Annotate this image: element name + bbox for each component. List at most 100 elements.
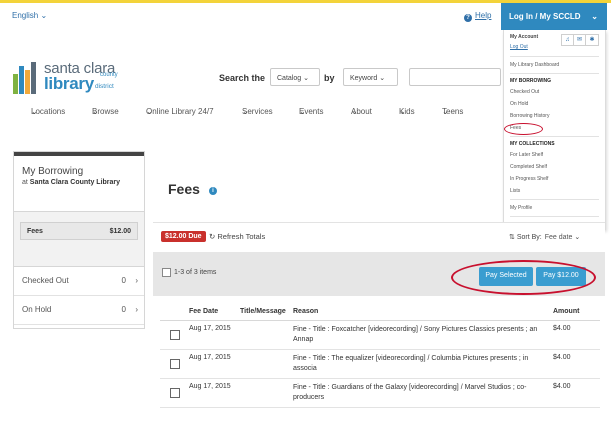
chevron-right-icon: › xyxy=(135,305,138,314)
logout-link[interactable]: Log Out xyxy=(510,44,528,50)
mail-icon[interactable]: ✉ xyxy=(574,35,586,45)
sidebar-item-checked-out[interactable]: Checked Out 0 › xyxy=(14,267,144,296)
menu-item-lists[interactable]: Lists xyxy=(510,185,599,197)
bell-icon[interactable]: ♫ xyxy=(562,35,574,45)
menu-item-in-progress[interactable]: In Progress Shelf xyxy=(510,173,599,185)
info-icon[interactable]: i xyxy=(208,187,217,195)
account-title: My Account xyxy=(510,34,539,40)
nav-item-teens[interactable]: Teens ⌄ xyxy=(442,107,463,116)
search-input[interactable] xyxy=(409,68,501,86)
menu-heading-borrowing: MY BORROWING xyxy=(510,78,552,84)
logo-bars-icon xyxy=(13,62,41,94)
chevron-down-icon: ⌄ xyxy=(40,11,48,20)
menu-item-profile[interactable]: My Profile xyxy=(510,202,599,214)
col-fee-date: Fee Date xyxy=(189,308,219,315)
account-icon-group: ♫ ✉ ✱ xyxy=(561,34,599,46)
sidebar-title: My Borrowing xyxy=(22,166,84,177)
col-reason: Reason xyxy=(293,308,319,315)
chevron-down-icon: ⌄ xyxy=(303,75,309,82)
due-badge: $12.00 Due xyxy=(161,231,206,242)
fee-amount: $4.00 xyxy=(553,354,571,361)
page-title: Fees i xyxy=(168,181,217,197)
login-label: Log In / My SCCLD xyxy=(509,12,581,21)
divider xyxy=(510,216,599,217)
on-hold-count: 0 xyxy=(121,305,126,314)
menu-heading-collections: MY COLLECTIONS xyxy=(510,141,555,147)
search-label: Search the xyxy=(219,73,266,83)
help-label: Help xyxy=(475,11,492,20)
table-header: Fee Date Title/Message Reason Amount xyxy=(160,305,600,321)
nav-item-events[interactable]: Events ⌄ xyxy=(299,107,323,116)
chevron-down-icon: ⌄ xyxy=(591,12,598,21)
divider xyxy=(510,199,599,200)
divider xyxy=(510,56,599,57)
checked-out-count: 0 xyxy=(121,276,126,285)
catalog-value: Catalog xyxy=(277,75,302,82)
fees-table: Fee Date Title/Message Reason Amount Aug… xyxy=(160,305,600,408)
login-button[interactable]: Log In / My SCCLD ⌄ xyxy=(501,3,607,30)
sort-value: Fee date xyxy=(544,234,573,241)
selection-band: 1-3 of 3 items Pay Selected Pay $12.00 xyxy=(153,252,605,296)
borrowing-sidebar: My Borrowing at Santa Clara County Libra… xyxy=(13,151,145,329)
sort-icon: ⇅ xyxy=(509,234,515,241)
divider xyxy=(510,73,599,74)
keyword-select[interactable]: Keyword ⌄ xyxy=(343,68,398,86)
sidebar-item-on-hold[interactable]: On Hold 0 › xyxy=(14,296,144,325)
question-icon: ? xyxy=(464,14,472,22)
by-label: by xyxy=(324,73,335,83)
menu-item-on-hold[interactable]: On Hold xyxy=(510,98,599,110)
col-title-message: Title/Message xyxy=(240,308,286,315)
nav-item-browse[interactable]: Browse ⌄ xyxy=(92,107,119,116)
logo-text-district: district xyxy=(95,83,114,90)
fee-reason: Fine - Title : Guardians of the Galaxy [… xyxy=(293,384,527,401)
highlight-oval xyxy=(451,260,596,295)
table-row: Aug 17, 2015 Fine - Title : Guardians of… xyxy=(160,379,600,408)
menu-item-fees[interactable]: Fees xyxy=(504,122,599,135)
table-row: Aug 17, 2015 Fine - Title : The equalize… xyxy=(160,350,600,379)
nav-item-services[interactable]: Services ⌄ xyxy=(242,107,273,116)
chevron-right-icon: › xyxy=(135,276,138,285)
nav-item-online-library[interactable]: Online Library 24/7 ⌄ xyxy=(146,107,214,116)
sort-by-select[interactable]: ⇅ Sort By: Fee date ⌄ xyxy=(509,233,580,241)
nav-item-locations[interactable]: Locations ⌄ xyxy=(31,107,65,116)
fee-date: Aug 17, 2015 xyxy=(189,383,231,390)
menu-item-completed[interactable]: Completed Shelf xyxy=(510,161,599,173)
page: English ⌄ ? Help Log In / My SCCLD ⌄ My A… xyxy=(0,0,611,431)
fee-amount: $4.00 xyxy=(553,325,571,332)
fee-reason: Fine - Title : The equalizer [videorecor… xyxy=(293,355,529,372)
fees-amount: $12.00 xyxy=(109,228,131,235)
menu-item-borrowing-history[interactable]: Borrowing History xyxy=(510,110,599,122)
logo-text-county: county xyxy=(100,72,118,78)
col-amount: Amount xyxy=(553,308,580,315)
row-checkbox[interactable] xyxy=(170,330,180,340)
fee-amount: $4.00 xyxy=(553,383,571,390)
table-row: Aug 17, 2015 Fine - Title : Foxcatcher [… xyxy=(160,321,600,350)
fee-reason: Fine - Title : Foxcatcher [videorecordin… xyxy=(293,326,538,343)
fees-toolbar: $12.00 Due ↻ Refresh Totals ⇅ Sort By: Fe… xyxy=(153,222,605,252)
fee-date: Aug 17, 2015 xyxy=(189,354,231,361)
nav-item-kids[interactable]: Kids ⌄ xyxy=(399,107,415,116)
refresh-totals-button[interactable]: ↻ Refresh Totals xyxy=(209,232,265,241)
logo-text-library: library xyxy=(44,74,94,93)
row-checkbox[interactable] xyxy=(170,359,180,369)
refresh-icon: ↻ xyxy=(209,232,216,241)
language-selector[interactable]: English ⌄ xyxy=(12,11,47,20)
row-checkbox[interactable] xyxy=(170,388,180,398)
menu-item-for-later[interactable]: For Later Shelf xyxy=(510,149,599,161)
keyword-value: Keyword xyxy=(350,75,378,82)
menu-item-checked-out[interactable]: Checked Out xyxy=(510,86,599,98)
catalog-select[interactable]: Catalog ⌄ xyxy=(270,68,320,86)
sidebar-item-fees[interactable]: Fees $12.00 xyxy=(20,222,138,240)
help-link[interactable]: ? Help xyxy=(464,11,491,22)
language-label: English xyxy=(12,11,39,20)
gear-icon[interactable]: ✱ xyxy=(586,35,598,45)
fees-label: Fees xyxy=(27,228,43,235)
item-count: 1-3 of 3 items xyxy=(174,269,217,276)
fee-date: Aug 17, 2015 xyxy=(189,325,231,332)
account-dropdown: My Account Log Out ♫ ✉ ✱ My Library Dash… xyxy=(503,30,606,230)
chevron-down-icon: ⌄ xyxy=(379,75,386,82)
select-all-checkbox[interactable] xyxy=(162,268,171,277)
menu-item-dashboard[interactable]: My Library Dashboard xyxy=(510,59,599,71)
divider xyxy=(510,136,599,137)
nav-item-about[interactable]: About ⌄ xyxy=(351,107,372,116)
